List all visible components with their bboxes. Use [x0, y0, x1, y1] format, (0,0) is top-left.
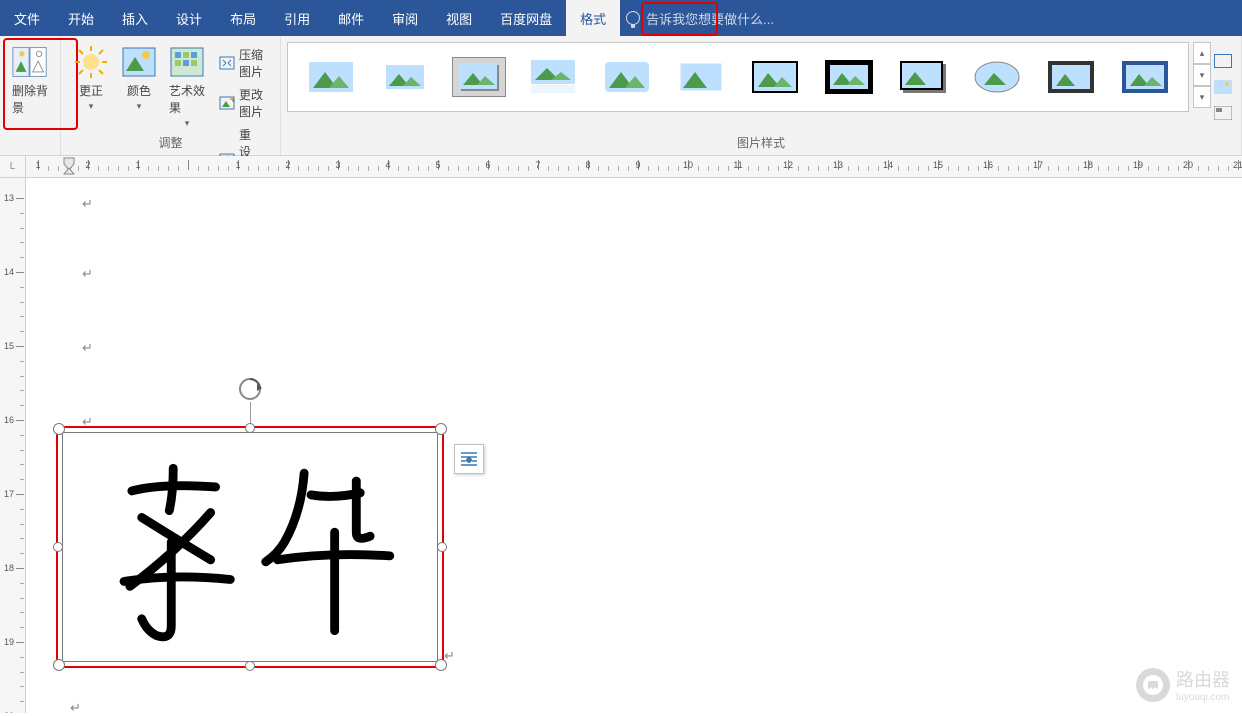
styles-group-label: 图片样式 [281, 134, 1241, 151]
picture-styles-group: ▴ ▾ ▾ 图片样式 [281, 36, 1242, 155]
style-thumb-white-frame[interactable] [378, 57, 432, 97]
dropdown-arrow-icon: ▾ [89, 101, 94, 112]
tab-home[interactable]: 开始 [54, 0, 108, 36]
style-thumb-reflect[interactable] [526, 57, 580, 97]
picture-border-button[interactable] [1214, 54, 1232, 70]
watermark-title: 路由器 [1176, 666, 1230, 692]
tab-baidu-netdisk[interactable]: 百度网盘 [486, 0, 566, 36]
layout-options-button[interactable] [454, 444, 484, 474]
styles-side-buttons [1211, 42, 1235, 122]
document-canvas[interactable]: ↵ ↵ ↵ ↵ ↵ ↵ [26, 178, 1242, 713]
artistic-icon [169, 44, 205, 80]
rotate-handle[interactable] [237, 376, 263, 402]
layout-options-icon [459, 450, 479, 468]
compress-pictures-button[interactable]: 压缩图片 [215, 44, 274, 82]
change-picture-button[interactable]: 更改图片 [215, 84, 274, 122]
resize-handle-b[interactable] [245, 661, 255, 671]
signature-image [63, 433, 437, 661]
style-thumb-dark-frame[interactable] [1044, 57, 1098, 97]
tab-mailings[interactable]: 邮件 [324, 0, 378, 36]
gallery-more[interactable]: ▾ [1193, 86, 1211, 108]
resize-handle-bl[interactable] [53, 659, 65, 671]
remove-background-button[interactable]: 删除背景 [6, 40, 54, 120]
style-thumb-shadow[interactable] [452, 57, 506, 97]
resize-handle-t[interactable] [245, 423, 255, 433]
tab-file[interactable]: 文件 [0, 0, 54, 36]
resize-handle-tr[interactable] [435, 423, 447, 435]
compress-label: 压缩图片 [239, 46, 270, 80]
gallery-scroll-down[interactable]: ▾ [1193, 64, 1211, 86]
tell-me-label: 告诉我您想要做什么... [646, 9, 774, 28]
style-thumb-glow[interactable] [674, 57, 728, 97]
paragraph-mark: ↵ [82, 266, 93, 282]
picture-effects-button[interactable] [1214, 80, 1232, 96]
color-label: 颜色 [127, 82, 151, 99]
style-thumb-black-shadow[interactable] [896, 57, 950, 97]
change-picture-icon [219, 95, 235, 111]
menu-bar: 文件 开始 插入 设计 布局 引用 邮件 审阅 视图 百度网盘 格式 告诉我您想… [0, 0, 1242, 36]
resize-handle-br[interactable] [435, 659, 447, 671]
watermark-sub: luyouqi.com [1176, 692, 1230, 703]
style-thumb-black-thick[interactable] [822, 57, 876, 97]
style-thumb-oval[interactable] [970, 57, 1024, 97]
tab-review[interactable]: 审阅 [378, 0, 432, 36]
artistic-label: 艺术效果 [169, 82, 205, 116]
picture-styles-gallery [287, 42, 1189, 112]
dropdown-arrow-icon: ▾ [137, 101, 142, 112]
remove-bg-group: 删除背景 [0, 36, 61, 155]
resize-handle-tl[interactable] [53, 423, 65, 435]
style-thumb-black-thin[interactable] [748, 57, 802, 97]
tab-design[interactable]: 设计 [162, 0, 216, 36]
adjust-group: 更正 ▾ 颜色 ▾ [61, 36, 281, 155]
tab-view[interactable]: 视图 [432, 0, 486, 36]
remove-bg-label: 删除背景 [12, 82, 48, 116]
bulb-icon [626, 11, 640, 25]
tell-me-search[interactable]: 告诉我您想要做什么... [626, 9, 774, 28]
dropdown-arrow-icon: ▾ [185, 118, 190, 129]
vertical-ruler[interactable]: 1314151617181920 [0, 178, 26, 713]
resize-handle-r[interactable] [437, 542, 447, 552]
picture-selection-box [62, 432, 438, 662]
paragraph-mark: ↵ [82, 196, 93, 212]
tab-insert[interactable]: 插入 [108, 0, 162, 36]
corrections-label: 更正 [79, 82, 103, 99]
gallery-scroll: ▴ ▾ ▾ [1193, 42, 1211, 108]
resize-handle-l[interactable] [53, 542, 63, 552]
watermark-icon [1136, 668, 1170, 702]
tab-format[interactable]: 格式 [566, 0, 620, 36]
tab-layout[interactable]: 布局 [216, 0, 270, 36]
paragraph-mark: ↵ [82, 340, 93, 356]
style-thumb-soft[interactable] [600, 57, 654, 97]
picture-layout-button[interactable] [1214, 106, 1232, 122]
remove-background-icon [12, 44, 48, 80]
ribbon: 删除背景 更正 ▾ [0, 36, 1242, 156]
compress-icon [219, 55, 235, 71]
adjust-group-label: 调整 [61, 134, 280, 151]
style-thumb-bevel[interactable] [1118, 57, 1172, 97]
sun-icon [73, 44, 109, 80]
change-label: 更改图片 [239, 86, 270, 120]
tab-references[interactable]: 引用 [270, 0, 324, 36]
gallery-scroll-up[interactable]: ▴ [1193, 42, 1211, 64]
ruler-corner[interactable]: L [0, 156, 26, 178]
paragraph-mark: ↵ [70, 700, 81, 716]
picture-color-icon [121, 44, 157, 80]
style-thumb-plain[interactable] [304, 57, 358, 97]
selected-picture[interactable] [56, 426, 444, 668]
horizontal-ruler[interactable]: 1211234567891011121314151617181920212223… [26, 156, 1242, 178]
watermark: 路由器 luyouqi.com [1136, 666, 1230, 703]
